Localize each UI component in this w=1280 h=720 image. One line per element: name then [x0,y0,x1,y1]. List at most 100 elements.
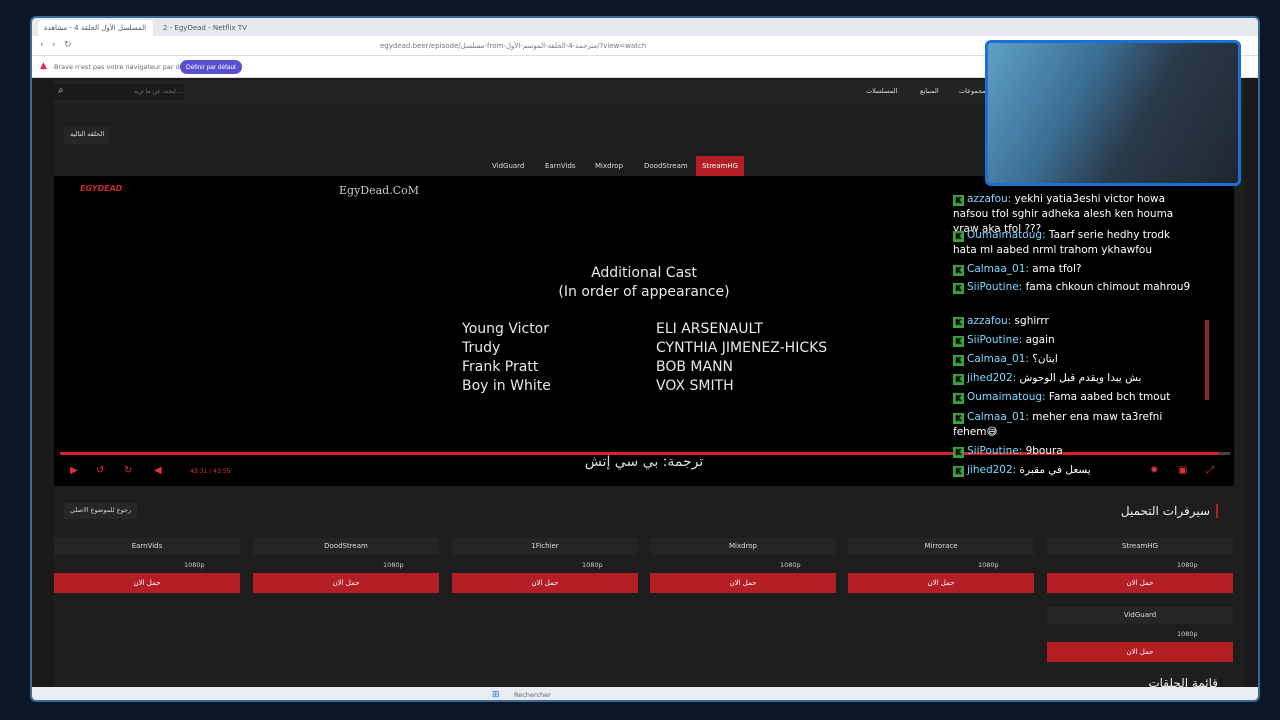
set-default-button[interactable]: Définir par défaut [180,60,242,74]
download-card: 1Fichier 1080p حمل الان [452,538,638,593]
server-name: EarnVids [54,538,240,555]
kick-badge-icon: K [953,413,964,424]
chat-text: ama tfol? [1028,263,1082,275]
page-scrollbar[interactable] [1205,320,1209,400]
kick-badge-icon: K [953,336,964,347]
url-field[interactable]: egydead.beer/episode/مسلسل-from-مترجمة-4… [372,39,932,53]
tab-egydead[interactable]: 2 - EgyDead - Netflix TV [157,20,277,36]
cast-actor: CYNTHIA JIMENEZ-HICKS [656,340,828,356]
kick-badge-icon: K [953,231,964,242]
subtitle-text: ترجمة: بي سي إتش [584,454,704,470]
volume-icon[interactable]: ◀ [154,465,162,476]
webcam-overlay [985,40,1241,186]
chat-message: Kazzafou: sghirrr [953,314,1193,329]
site-logo: EGYDEAD [80,184,123,193]
download-servers-title: سيرفرات التحميل [1121,504,1218,518]
kick-badge-icon: K [953,195,964,206]
download-button[interactable]: حمل الان [54,573,240,593]
download-card: StreamHG 1080p حمل الان [1047,538,1233,593]
kick-badge-icon: K [953,265,964,276]
search-icon[interactable]: ⌕ [58,85,64,96]
server-name: Mixdrop [650,538,836,555]
chat-username: jihed202: [967,372,1017,384]
quality-label: 1080p [848,555,1034,573]
chat-message: Kjihed202: يسعل في مقبرة [953,463,1193,478]
download-button[interactable]: حمل الان [848,573,1034,593]
chat-message: K SiiPoutine: 9boura [953,444,1193,459]
forward-icon[interactable]: ↻ [124,465,132,476]
chat-text: Fama aabed bch tmout [1045,391,1171,403]
credits-subheading: (In order of appearance) [558,284,730,300]
server-name: StreamHG [1047,538,1233,555]
tab-vidguard[interactable]: VidGuard [486,156,530,176]
tab-mixdrop[interactable]: Mixdrop [589,156,629,176]
download-button[interactable]: حمل الان [253,573,439,593]
nav-item-2[interactable]: المنيايع [920,87,939,95]
kick-badge-icon: K [953,283,964,294]
play-icon[interactable]: ▶ [70,465,78,476]
tab-bar: المسلسل الأول الحلقة 4 - مشاهدة 2 - EgyD… [32,18,1258,36]
chat-username: Calmaa_01: [967,411,1029,423]
chat-username: jihed202: [967,464,1017,476]
chat-text: ايتان؟ [1028,353,1058,365]
kick-badge-icon: K [953,393,964,404]
cast-role: Young Victor [462,321,550,337]
download-card: EarnVids 1080p حمل الان [54,538,240,593]
search-input[interactable]: ⌕ ابحث عن ما تريد ... [54,84,184,100]
download-button[interactable]: حمل الان [452,573,638,593]
windows-start-icon[interactable]: ⊞ [492,690,500,700]
tab-streamhg[interactable]: StreamHG [696,156,745,176]
chat-text: again [1022,334,1055,346]
kick-badge-icon: K [953,374,964,385]
nav-collections[interactable]: مجموعات [959,87,986,95]
chat-username: SiiPoutine: [967,334,1023,346]
kick-badge-icon: K [953,447,964,458]
fullscreen-icon[interactable]: ⤢ [1206,465,1214,476]
credits-title: Additional Cast (In order of appearance) [534,264,754,302]
chat-text: sghirrr [1011,315,1049,327]
chat-username: Oumaimatoug: [967,229,1046,241]
download-card: DoodStream 1080p حمل الان [253,538,439,593]
rewind-icon[interactable]: ↺ [96,465,104,476]
time-display: 43:31 / 43:55 [190,468,231,475]
chat-username: SiiPoutine: [967,445,1023,457]
download-button[interactable]: حمل الان [650,573,836,593]
kick-badge-icon: K [953,317,964,328]
download-button[interactable]: حمل الان [1047,573,1233,593]
brave-icon: ▲ [40,61,47,71]
watermark: EgyDead.CoM [339,184,420,197]
tab-doodstream[interactable]: DoodStream [638,156,694,176]
next-episode-button[interactable]: الحلقه التاليه [64,126,111,144]
server-name: VidGuard [1047,607,1233,624]
chat-message: K Oumaimatoug: Taarf serie hedhy trodk ha… [953,228,1193,258]
chat-message: K Calmaa_01: meher ena maw ta3refni fehem… [953,410,1193,440]
kick-badge-icon: K [953,466,964,477]
chat-text: بش يبدا ويقدم قبل الوحوش [1016,372,1142,384]
chat-message: K SiiPoutine: fama chkoun chimout mahrou9 [953,280,1193,295]
tab-episode[interactable]: المسلسل الأول الحلقة 4 - مشاهدة [38,20,153,36]
back-to-topic-button[interactable]: رجوع للموضوع الاصلي [64,503,138,519]
server-name: 1Fichier [452,538,638,555]
chat-message: K SiiPoutine: again [953,333,1193,348]
chat-username: Calmaa_01: [967,263,1029,275]
taskbar-search[interactable]: Rechercher [514,691,551,699]
back-icon[interactable]: ‹ [40,40,44,50]
quality-label: 1080p [54,555,240,573]
quality-label: 1080p [650,555,836,573]
cast-actor: ELI ARSENAULT [656,321,763,337]
taskbar: ⊞ Rechercher [32,687,1258,700]
download-card: VidGuard 1080p حمل الان [1047,607,1233,662]
info-message: Brave n'est pas votre navigateur par déf… [54,63,197,71]
download-button[interactable]: حمل الان [1047,642,1233,662]
reload-icon[interactable]: ↻ [64,40,72,50]
forward-icon[interactable]: › [52,40,56,50]
chat-message: K Calmaa_01: ama tfol? [953,262,1193,277]
tab-earnvids[interactable]: EarnVids [539,156,582,176]
quality-label: 1080p [253,555,439,573]
quality-label: 1080p [1047,624,1233,642]
cast-role: Boy in White [462,378,551,394]
chat-username: azzafou: [967,193,1012,205]
nav-series[interactable]: المسلسلات [866,87,897,95]
cast-role: Trudy [462,340,501,356]
server-name: Mirrorace [848,538,1034,555]
